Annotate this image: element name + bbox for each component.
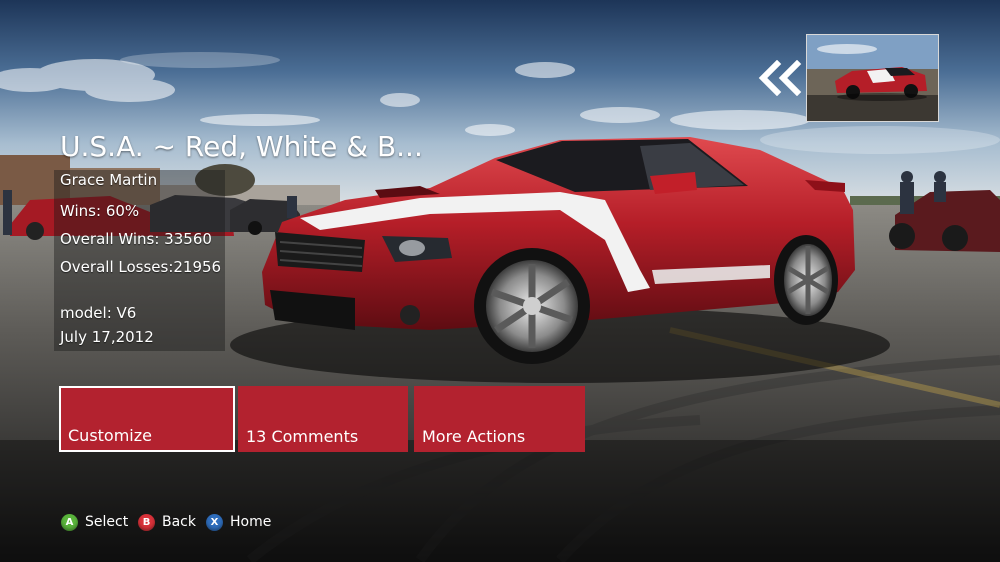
legend-select-label: Select — [85, 514, 129, 530]
date-info: July 17,2012 — [60, 328, 154, 346]
more-actions-button[interactable]: More Actions — [414, 386, 585, 452]
customize-label: Customize — [68, 426, 152, 445]
legend-home-label: Home — [230, 514, 272, 530]
b-button-icon: B — [138, 513, 155, 531]
double-chevron-left-icon[interactable] — [757, 60, 803, 96]
legend-select[interactable]: A Select — [61, 513, 128, 531]
overall-wins: Overall Wins: 33560 — [60, 230, 212, 248]
overall-losses: Overall Losses:21956 — [60, 258, 222, 276]
legend-home[interactable]: X Home — [206, 513, 271, 531]
comments-label: 13 Comments — [246, 427, 359, 446]
author-name: Grace Martin — [60, 171, 158, 189]
page-title: U.S.A. ~ Red, White & B... — [60, 130, 423, 163]
customize-button[interactable]: Customize — [59, 386, 235, 452]
thumbnail-image — [807, 35, 938, 121]
legend-back-label: Back — [162, 514, 196, 530]
comments-button[interactable]: 13 Comments — [238, 386, 408, 452]
x-button-icon: X — [206, 513, 223, 531]
more-actions-label: More Actions — [422, 427, 526, 446]
a-button-icon: A — [61, 513, 78, 531]
model-info: model: V6 — [60, 304, 137, 322]
legend-back[interactable]: B Back — [138, 513, 196, 531]
wins-percent: Wins: 60% — [60, 202, 140, 220]
car-detail-screen: U.S.A. ~ Red, White & B... Grace Martin … — [0, 0, 1000, 562]
previous-car-thumbnail[interactable] — [806, 34, 939, 122]
